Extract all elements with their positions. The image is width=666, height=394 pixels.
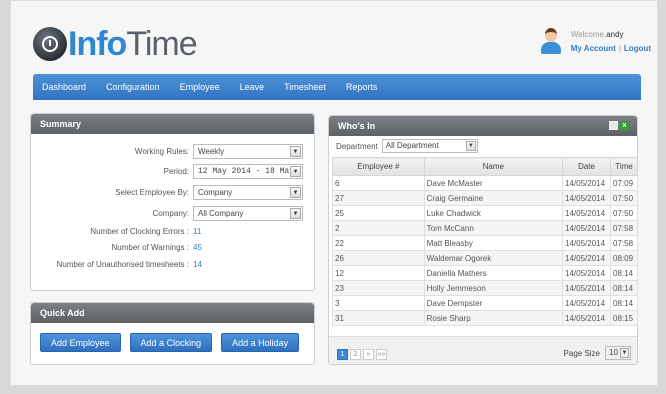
clocking-errors-label: Number of Clocking Errors :	[90, 227, 189, 236]
welcome-text: Welcome,	[570, 30, 607, 39]
quick-add-panel: Quick Add Add Employee Add a Clocking Ad…	[30, 302, 315, 365]
column-time[interactable]: Time	[610, 157, 638, 176]
table-row[interactable]: 2 Tom McCann 14/05/2014 07:58	[332, 220, 638, 236]
summary-title: Summary	[31, 114, 314, 134]
header: InfoTime Welcome,andy My Account | Logout	[11, 1, 659, 71]
select-employee-by-label: Select Employee By:	[115, 188, 189, 197]
table-row[interactable]: 31 Rosie Sharp 14/05/2014 08:15	[332, 310, 638, 326]
table-row[interactable]: 27 Craig Germaine 14/05/2014 07:50	[332, 190, 638, 206]
page-size-select[interactable]: 10 ▼	[605, 346, 631, 360]
table-row[interactable]: 3 Dave Dempster 14/05/2014 08:14	[332, 295, 638, 311]
whos-in-panel: Who's In x Department All Department ▼ Em…	[328, 115, 638, 365]
summary-panel: Summary Working Rules: Weekly ▼ Period: 1…	[30, 113, 315, 291]
clock-globe-icon	[33, 27, 67, 61]
printer-icon[interactable]	[609, 121, 618, 130]
logout-link[interactable]: Logout	[624, 44, 651, 53]
page-size-label: Page Size	[563, 348, 600, 358]
column-date[interactable]: Date	[562, 157, 611, 176]
table-row[interactable]: 12 Daniella Mathers 14/05/2014 08:14	[332, 265, 638, 281]
nav-leave[interactable]: Leave	[230, 74, 275, 100]
next-page-button[interactable]: »	[363, 349, 374, 360]
department-select[interactable]: All Department ▼	[381, 139, 478, 153]
select-employee-by-select[interactable]: Company ▼	[193, 185, 303, 200]
nav-dashboard[interactable]: Dashboard	[33, 74, 96, 100]
chevron-down-icon: ▼	[290, 146, 301, 157]
nav-timesheet[interactable]: Timesheet	[274, 74, 336, 100]
avatar	[539, 28, 563, 56]
whos-in-table: Employee # Name Date Time 6 Dave McMaster…	[332, 157, 638, 326]
clocking-errors-value[interactable]: 11	[193, 224, 201, 239]
table-row[interactable]: 26 Waldemar Ogorek 14/05/2014 08:09	[332, 250, 638, 266]
table-row[interactable]: 22 Matt Bleasby 14/05/2014 07:58	[332, 235, 638, 251]
nav-configuration[interactable]: Configuration	[96, 74, 170, 100]
chevron-down-icon: ▼	[290, 187, 301, 198]
user-name: andy	[606, 30, 624, 39]
user-area: Welcome,andy My Account | Logout	[539, 28, 651, 56]
excel-icon[interactable]: x	[620, 121, 629, 130]
page-2-button[interactable]: 2	[350, 349, 361, 360]
unauthorised-timesheets-value[interactable]: 14	[193, 257, 202, 272]
table-row[interactable]: 6 Dave McMaster 14/05/2014 07:09	[332, 175, 638, 191]
whos-in-title: Who's In	[329, 116, 637, 136]
column-name[interactable]: Name	[423, 157, 564, 176]
main-nav: Dashboard Configuration Employee Leave T…	[33, 74, 641, 100]
chevron-down-icon: ▼	[620, 348, 629, 358]
nav-reports[interactable]: Reports	[336, 74, 388, 100]
period-select[interactable]: 12 May 2014 - 18 May ▼	[193, 164, 303, 179]
my-account-link[interactable]: My Account	[571, 44, 616, 53]
pagination: 1 2 » »»	[337, 349, 389, 360]
working-rules-label: Working Rules:	[134, 147, 189, 156]
department-label: Department	[336, 141, 378, 151]
last-page-button[interactable]: »»	[376, 349, 387, 360]
nav-employee[interactable]: Employee	[170, 74, 230, 100]
chevron-down-icon: ▼	[290, 166, 301, 177]
unauthorised-timesheets-label: Number of Unauthorised timesheets :	[56, 260, 189, 269]
company-select[interactable]: All Company ▼	[193, 206, 303, 221]
period-label: Period:	[163, 167, 189, 176]
add-employee-button[interactable]: Add Employee	[40, 333, 121, 352]
page-size-control: Page Size 10 ▼	[564, 346, 631, 360]
logo[interactable]: InfoTime	[33, 25, 198, 63]
chevron-down-icon: ▼	[290, 208, 301, 219]
table-row[interactable]: 25 Luke Chadwick 14/05/2014 07:50	[332, 205, 638, 221]
page-1-button[interactable]: 1	[337, 349, 348, 360]
table-row[interactable]: 23 Holly Jemmeson 14/05/2014 08:14	[332, 280, 638, 296]
chevron-down-icon: ▼	[465, 141, 476, 151]
logo-text: InfoTime	[68, 25, 198, 63]
warnings-value[interactable]: 45	[193, 240, 202, 255]
working-rules-select[interactable]: Weekly ▼	[193, 144, 303, 159]
add-holiday-button[interactable]: Add a Holiday	[221, 333, 300, 352]
warnings-label: Number of Warnings :	[111, 243, 189, 252]
quick-add-title: Quick Add	[31, 303, 314, 323]
company-label: Company:	[152, 209, 189, 218]
column-employee-number[interactable]: Employee #	[332, 157, 425, 176]
add-clocking-button[interactable]: Add a Clocking	[129, 333, 213, 352]
